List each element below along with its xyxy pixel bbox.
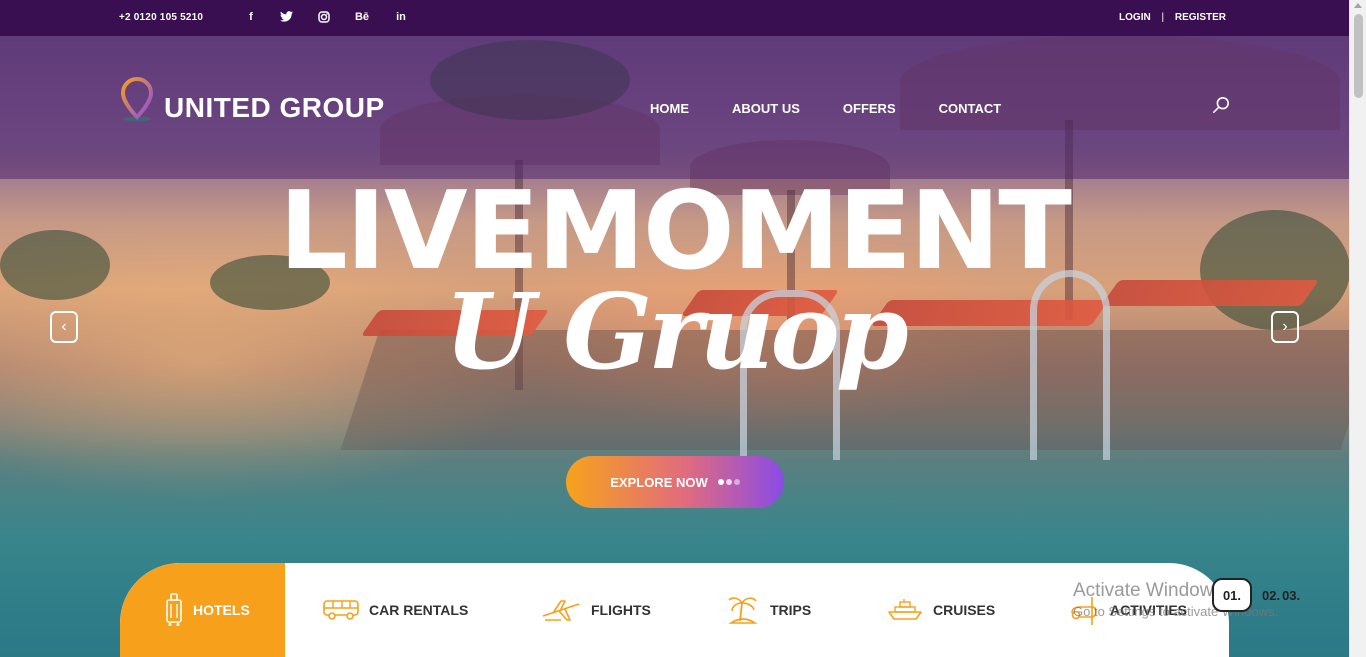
main-nav: HOME ABOUT US OFFERS CONTACT xyxy=(650,101,1044,116)
vertical-scrollbar[interactable] xyxy=(1349,0,1366,657)
slide-pager: 01. 02. 03. xyxy=(1212,578,1300,612)
tab-label: FLIGHTS xyxy=(591,602,651,618)
slider-prev-button[interactable]: ‹ xyxy=(50,311,78,343)
explore-now-button[interactable]: EXPLORE NOW xyxy=(566,456,784,508)
register-link[interactable]: REGISTER xyxy=(1175,12,1226,23)
location-pin-icon xyxy=(120,76,154,122)
tab-cruises[interactable]: CRUISES xyxy=(887,563,995,657)
nav-about-us[interactable]: ABOUT US xyxy=(732,101,800,116)
tab-hotels[interactable]: HOTELS xyxy=(120,563,285,657)
page: +2 0120 105 5210 f Bē in LOGIN | REGISTE… xyxy=(0,0,1349,657)
search-icon[interactable] xyxy=(1212,96,1230,114)
nav-home[interactable]: HOME xyxy=(650,101,689,116)
slider-next-button[interactable]: › xyxy=(1271,311,1299,343)
auth-separator: | xyxy=(1161,12,1165,23)
booking-tabs: HOTELS CAR RENTALS FLIGHTS TRIPS CRUISES… xyxy=(120,563,1229,657)
bus-icon xyxy=(323,600,359,620)
scroll-up-arrow-icon[interactable] xyxy=(1354,3,1362,8)
tab-trips[interactable]: TRIPS xyxy=(726,563,811,657)
main-header: UNITED GROUP HOME ABOUT US OFFERS CONTAC… xyxy=(0,36,1349,179)
tab-flights[interactable]: FLIGHTS xyxy=(541,563,651,657)
luggage-icon xyxy=(166,593,182,626)
instagram-icon[interactable] xyxy=(314,11,334,26)
tab-label: HOTELS xyxy=(193,602,250,618)
pager-item[interactable]: 02. xyxy=(1262,588,1280,603)
tab-car-rentals[interactable]: CAR RENTALS xyxy=(323,563,468,657)
logo[interactable]: UNITED GROUP xyxy=(119,76,409,126)
nav-offers[interactable]: OFFERS xyxy=(843,101,896,116)
explore-now-label: EXPLORE NOW xyxy=(610,474,708,490)
chevron-left-icon: ‹ xyxy=(61,318,67,335)
twitter-icon[interactable] xyxy=(276,11,296,25)
tab-label: CRUISES xyxy=(933,602,996,618)
tab-activities[interactable]: ACTIVITIES xyxy=(1068,563,1187,657)
dots-icon xyxy=(717,479,740,485)
tab-label: TRIPS xyxy=(770,602,812,618)
activities-icon xyxy=(1071,597,1097,625)
behance-icon[interactable]: Bē xyxy=(352,11,372,23)
login-link[interactable]: LOGIN xyxy=(1119,12,1151,23)
pager-item[interactable]: 03. xyxy=(1282,588,1300,603)
chevron-right-icon: › xyxy=(1282,318,1288,335)
tab-label: ACTIVITIES xyxy=(1110,602,1188,618)
pager-item-current[interactable]: 01. xyxy=(1212,578,1252,612)
facebook-icon[interactable]: f xyxy=(241,11,261,23)
scrollbar-thumb[interactable] xyxy=(1354,14,1363,98)
tab-label: CAR RENTALS xyxy=(369,602,469,618)
hero-script-title: U Gruop xyxy=(444,270,908,393)
phone-number: +2 0120 105 5210 xyxy=(119,12,204,23)
top-bar: +2 0120 105 5210 f Bē in LOGIN | REGISTE… xyxy=(0,0,1349,36)
ship-icon xyxy=(888,599,922,620)
airplane-icon xyxy=(542,600,580,621)
auth-links: LOGIN | REGISTER xyxy=(1115,12,1230,23)
brand-name: UNITED GROUP xyxy=(164,92,385,123)
linkedin-icon[interactable]: in xyxy=(391,11,411,23)
palm-island-icon xyxy=(728,597,758,624)
nav-contact[interactable]: CONTACT xyxy=(939,101,1002,116)
